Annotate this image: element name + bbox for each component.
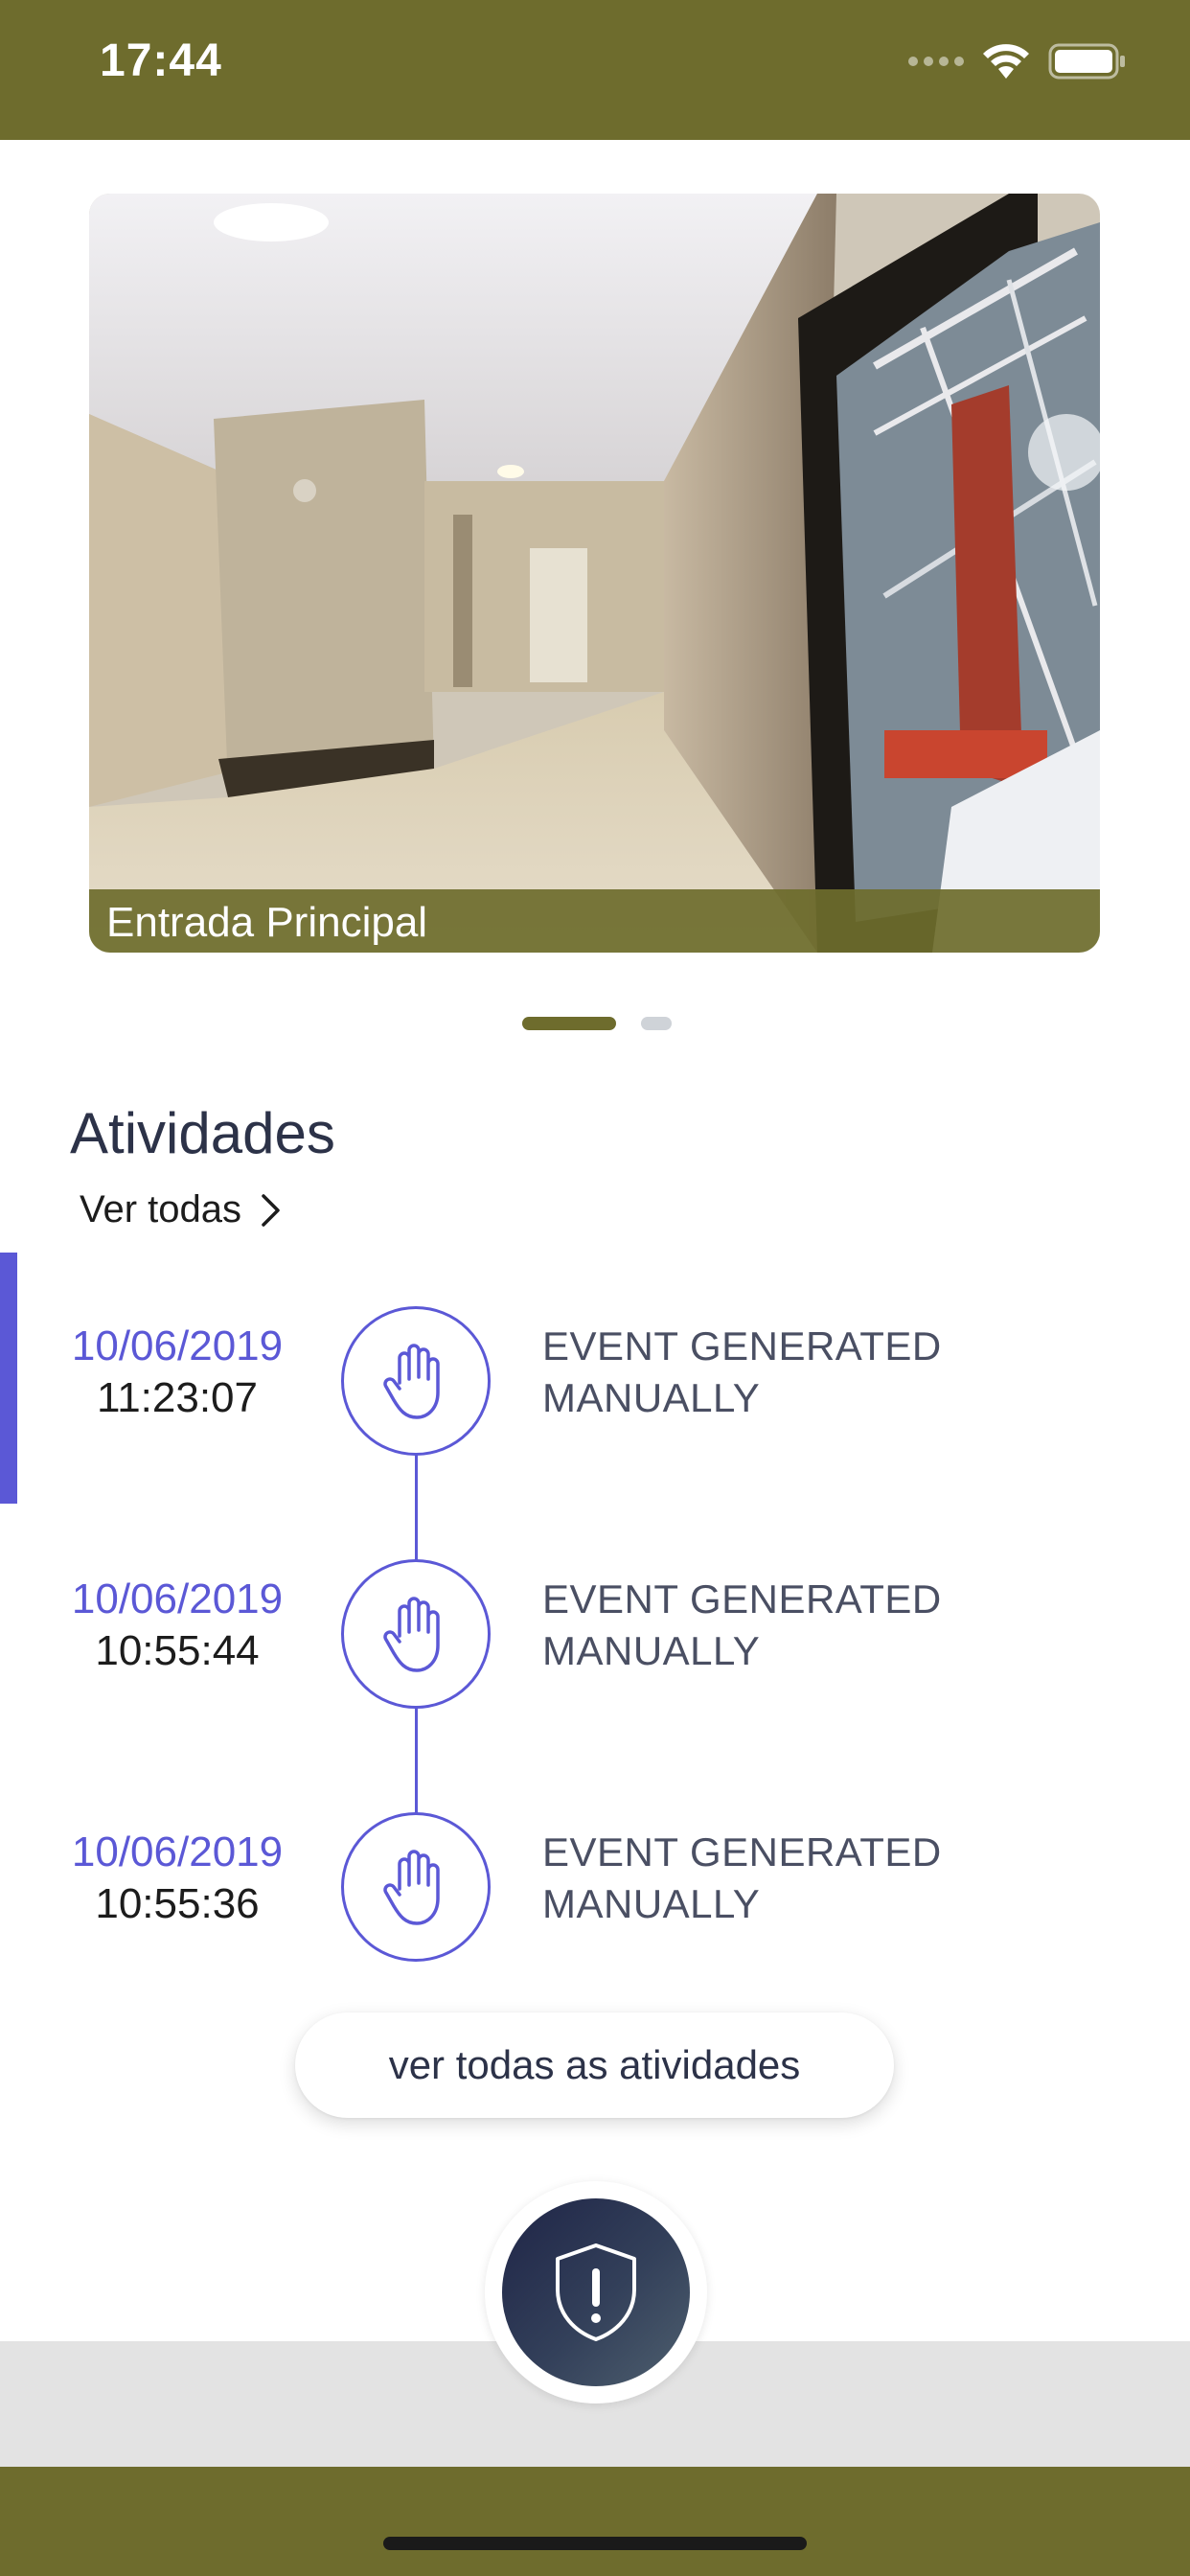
panic-button[interactable] [502, 2198, 690, 2386]
home-screen: 17:44 Entrada Principal Atividades Ver t… [0, 0, 1190, 2576]
event-description-line2: MANUALLY [542, 1881, 761, 1926]
hand-icon [341, 1812, 491, 1962]
pager-dot[interactable] [641, 1017, 672, 1030]
shield-alert-icon [556, 2243, 636, 2341]
event-time: 10:55:36 [95, 1880, 260, 1927]
event-row[interactable]: 10/06/2019 10:55:44 EVENT GENERATED MANU… [0, 1556, 1190, 1710]
camera-pager[interactable] [522, 1017, 672, 1030]
event-row[interactable]: 10/06/2019 10:55:36 EVENT GENERATED MANU… [0, 1809, 1190, 1963]
camera-caption-bar: Entrada Principal [89, 889, 1100, 953]
event-description-line2: MANUALLY [542, 1628, 761, 1673]
event-description-line1: EVENT GENERATED [542, 1323, 942, 1368]
pager-dot-active[interactable] [522, 1017, 616, 1030]
home-indicator[interactable] [383, 2537, 807, 2550]
wifi-icon [983, 44, 1029, 79]
camera-feed-image [89, 194, 1100, 953]
battery-icon [1048, 43, 1125, 80]
event-description: EVENT GENERATED MANUALLY [542, 1321, 1079, 1424]
all-activities-button[interactable]: ver todas as atividades [295, 2012, 894, 2118]
camera-card[interactable]: Entrada Principal [89, 194, 1100, 953]
chevron-right-icon [262, 1193, 280, 1227]
event-time: 11:23:07 [96, 1374, 258, 1421]
timeline-connector [415, 1706, 418, 1813]
event-description-line1: EVENT GENERATED [542, 1829, 942, 1874]
cellular-signal-icon [908, 57, 964, 66]
status-bar: 17:44 [0, 0, 1190, 140]
see-all-label: Ver todas [80, 1188, 242, 1230]
home-indicator-area [0, 2467, 1190, 2576]
event-date: 10/06/2019 [71, 1322, 284, 1369]
activities-title: Atividades [70, 1101, 335, 1165]
event-description-line1: EVENT GENERATED [542, 1576, 942, 1622]
status-icons [908, 40, 1127, 82]
event-date: 10/06/2019 [71, 1576, 284, 1622]
event-row[interactable]: 10/06/2019 11:23:07 EVENT GENERATED MANU… [0, 1303, 1190, 1457]
hand-icon [341, 1559, 491, 1709]
event-date: 10/06/2019 [71, 1828, 284, 1875]
event-description: EVENT GENERATED MANUALLY [542, 1574, 1079, 1677]
timeline-connector [415, 1453, 418, 1560]
hand-icon [341, 1306, 491, 1456]
event-description-line2: MANUALLY [542, 1375, 761, 1420]
see-all-link[interactable]: Ver todas [80, 1188, 282, 1231]
event-description: EVENT GENERATED MANUALLY [542, 1827, 1079, 1930]
event-time: 10:55:44 [95, 1627, 260, 1674]
camera-name: Entrada Principal [106, 899, 428, 946]
status-time: 17:44 [100, 35, 222, 86]
